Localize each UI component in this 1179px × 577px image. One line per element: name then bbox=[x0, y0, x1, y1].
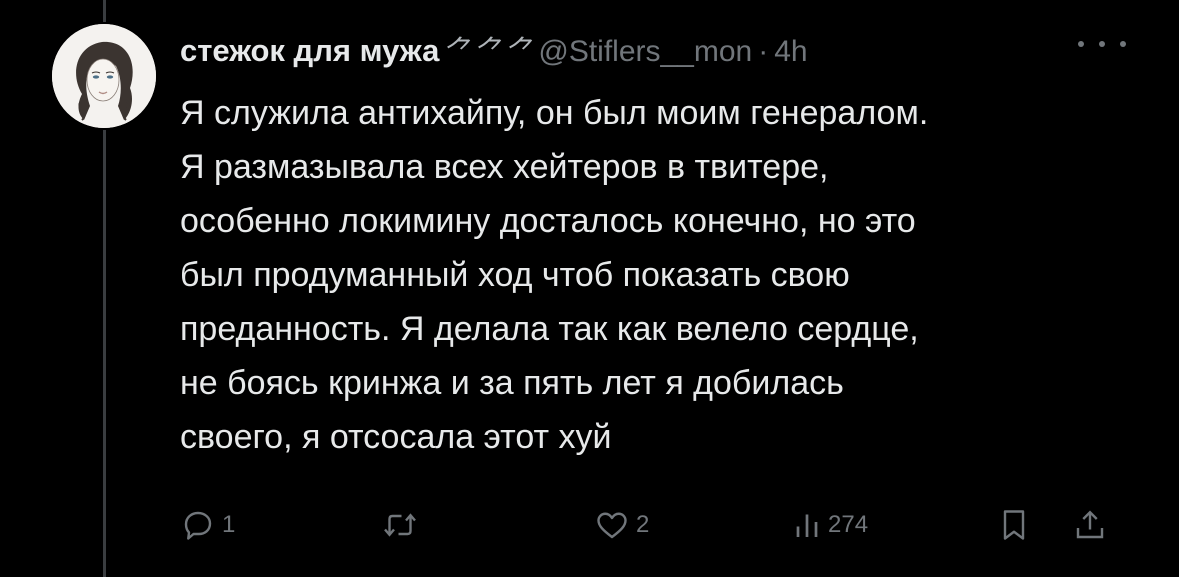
name-emoji: ⺈⺈⺈ bbox=[441, 36, 535, 68]
display-name[interactable]: стежок для мужа bbox=[180, 33, 439, 69]
views-button[interactable]: 274 bbox=[792, 500, 868, 550]
thread-line bbox=[103, 130, 106, 577]
reply-count: 1 bbox=[222, 511, 236, 538]
share-button[interactable] bbox=[1072, 500, 1108, 550]
share-icon bbox=[1076, 510, 1104, 539]
more-options-icon[interactable] bbox=[1078, 32, 1126, 56]
separator-dot: · bbox=[758, 35, 769, 68]
views-chart-icon bbox=[796, 514, 818, 537]
retweet-icon bbox=[384, 513, 416, 537]
user-handle[interactable]: @Stiflers__mon bbox=[538, 35, 752, 69]
heart-icon bbox=[597, 512, 627, 539]
bookmark-button[interactable] bbox=[998, 500, 1030, 550]
reply-button[interactable]: 1 bbox=[180, 500, 235, 550]
views-count: 274 bbox=[828, 511, 869, 538]
like-count: 2 bbox=[636, 511, 650, 538]
tweet-text: Я служила антихайпу, он был моим генерал… bbox=[180, 94, 929, 456]
timestamp[interactable]: 4h bbox=[774, 35, 807, 69]
bookmark-icon bbox=[1003, 510, 1025, 540]
tweet-header: стежок для мужа ⺈⺈⺈ @Stiflers__mon · 4h bbox=[180, 28, 808, 68]
retweet-button[interactable] bbox=[380, 500, 426, 550]
tweet-actions: 1 2 274 bbox=[180, 500, 1130, 550]
like-button[interactable]: 2 bbox=[594, 500, 649, 550]
avatar[interactable] bbox=[52, 24, 156, 128]
thread-line-top bbox=[103, 0, 106, 22]
avatar-portrait-icon bbox=[52, 24, 156, 128]
reply-icon bbox=[184, 511, 212, 540]
